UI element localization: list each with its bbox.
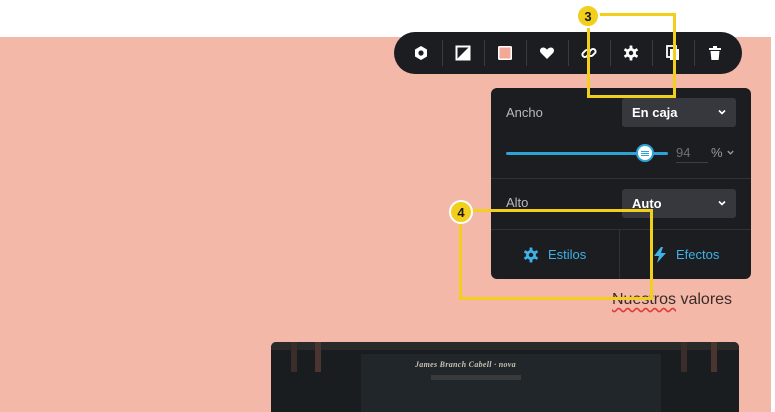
book-decoration <box>431 375 521 380</box>
book-image[interactable]: James Branch Cabell · nova <box>271 342 739 412</box>
favorite-button[interactable] <box>526 32 568 74</box>
hexagon-icon <box>415 46 427 60</box>
width-label: Ancho <box>506 105 543 120</box>
step-badge-4: 4 <box>449 200 473 224</box>
heart-icon <box>539 47 555 59</box>
highlight-box-3 <box>587 13 676 98</box>
height-label: Alto <box>506 195 529 210</box>
shelf <box>271 342 739 350</box>
book-title: James Branch Cabell · nova <box>415 360 516 369</box>
chevron-down-icon <box>727 150 734 155</box>
width-value-input[interactable]: 94 <box>676 145 690 160</box>
book-spine <box>291 342 297 372</box>
width-select-value: En caja <box>632 105 678 120</box>
heading-word: valores <box>676 291 733 308</box>
value-underline <box>676 162 708 163</box>
hexagon-button[interactable] <box>400 32 442 74</box>
unit-label: % <box>711 145 723 160</box>
book-spine <box>711 342 717 372</box>
chevron-down-icon <box>718 109 726 115</box>
unit-select[interactable]: % <box>711 145 735 160</box>
contrast-icon <box>455 45 471 61</box>
tab-effects-label: Efectos <box>676 247 720 262</box>
delete-button[interactable] <box>694 32 736 74</box>
color-button[interactable] <box>484 32 526 74</box>
step-badge-3: 3 <box>576 4 600 28</box>
tab-effects[interactable]: Efectos <box>653 230 719 279</box>
page-edge <box>771 0 775 412</box>
trash-icon <box>709 46 721 60</box>
width-select[interactable]: En caja <box>622 98 736 127</box>
width-slider-handle[interactable] <box>636 144 654 162</box>
color-swatch-icon <box>498 46 512 60</box>
element-toolbar <box>394 32 742 74</box>
book-spine <box>315 342 321 372</box>
book-spine <box>681 342 687 372</box>
chevron-down-icon <box>718 200 726 206</box>
highlight-box-4 <box>459 209 653 300</box>
divider <box>491 178 751 179</box>
contrast-button[interactable] <box>442 32 484 74</box>
lightning-icon <box>654 246 666 263</box>
page: Ancho En caja 94 % Alto Auto Estilos Efe… <box>0 0 775 412</box>
